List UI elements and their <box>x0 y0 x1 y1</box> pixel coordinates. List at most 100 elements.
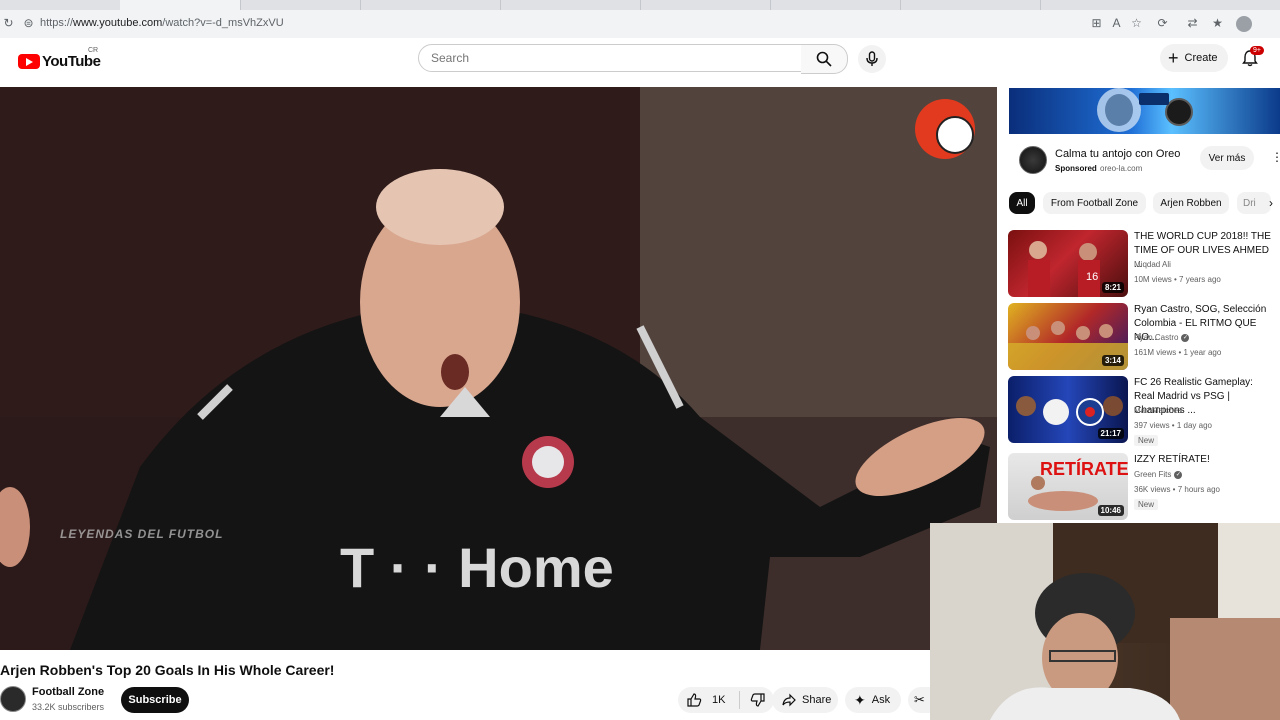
search-icon <box>816 51 832 67</box>
recommendation-channel[interactable]: Miqdad Ali <box>1134 260 1171 269</box>
share-label: Share <box>802 694 832 706</box>
recommendation-channel[interactable]: Ryan Castro ✓ <box>1134 333 1190 342</box>
video-duration: 10:46 <box>1097 505 1124 516</box>
video-frame-image: T · · Home <box>0 87 997 650</box>
browser-tab-strip <box>0 0 1280 10</box>
youtube-play-icon <box>18 53 40 69</box>
more-options-icon[interactable]: ⋮ <box>1271 150 1280 164</box>
youtube-logo-text: YouTube <box>42 52 101 70</box>
country-code: CR <box>88 47 99 54</box>
extensions-icon[interactable]: ⟳ <box>1156 17 1169 30</box>
browser-tab[interactable] <box>780 0 901 10</box>
search-button[interactable] <box>801 44 848 74</box>
youtube-header: YouTube CR + Create 9+ <box>0 38 1280 86</box>
subscriber-count: 33.2K subscribers <box>32 702 105 712</box>
video-details: Arjen Robben's Top 20 Goals In His Whole… <box>0 650 930 720</box>
site-info-icon[interactable]: ⊜ <box>22 17 35 30</box>
browser-tab[interactable] <box>920 0 1041 10</box>
bookmark-star-icon[interactable]: ☆ <box>1130 17 1143 30</box>
new-badge: New <box>1134 499 1159 510</box>
thumbs-down-icon <box>751 693 766 707</box>
url-text[interactable]: https://www.youtube.com/watch?v=-d_msVhZ… <box>40 17 284 29</box>
like-button[interactable]: 1K <box>686 692 725 708</box>
video-thumbnail[interactable]: RETÍRATE 10:46 <box>1008 453 1128 520</box>
verified-icon: ✓ <box>1174 470 1183 479</box>
recommendation-meta: 10M views • 7 years ago <box>1134 275 1221 284</box>
search-input[interactable] <box>429 50 793 66</box>
ad-cta-button[interactable]: Ver más <box>1200 146 1254 170</box>
channel-avatar[interactable] <box>0 686 26 712</box>
clip-button[interactable]: ✂ <box>908 687 930 713</box>
search-box[interactable] <box>418 44 804 72</box>
video-title: Arjen Robben's Top 20 Goals In His Whole… <box>0 662 335 678</box>
chip-from-channel[interactable]: From Football Zone <box>1043 192 1146 214</box>
recommendation-channel[interactable]: Green Fits ✓ <box>1134 470 1183 479</box>
svg-text:T · · Home: T · · Home <box>340 536 614 599</box>
reload-icon[interactable]: ↻ <box>2 17 15 30</box>
video-duration: 8:21 <box>1101 282 1124 293</box>
microphone-icon <box>866 51 878 66</box>
profile-avatar-icon[interactable] <box>1236 16 1252 32</box>
browser-tab[interactable] <box>240 0 361 10</box>
browser-tab[interactable] <box>520 0 641 10</box>
like-dislike-group: 1K <box>678 687 774 713</box>
browser-tab[interactable] <box>380 0 501 10</box>
oreo-logo[interactable] <box>1019 146 1047 174</box>
notification-badge: 9+ <box>1250 46 1264 55</box>
video-duration: 21:17 <box>1097 428 1124 439</box>
recommendation-item[interactable]: 21:17 FC 26 Realistic Gameplay: Real Mad… <box>1008 376 1280 446</box>
recommendation-item[interactable]: RETÍRATE 10:46 IZZY RETÍRATE! Green Fits… <box>1008 453 1280 521</box>
browser-tab[interactable] <box>650 0 771 10</box>
browser-tab-active[interactable] <box>120 0 241 10</box>
recommendation-meta: 36K views • 7 hours ago <box>1134 485 1220 494</box>
video-thumbnail[interactable]: 3:14 <box>1008 303 1128 370</box>
verified-icon: ✓ <box>1181 333 1190 342</box>
ad-banner-image[interactable] <box>1009 88 1280 134</box>
new-badge: New <box>1134 435 1159 446</box>
ad-domain: oreo-la.com <box>1100 164 1143 173</box>
recommendation-meta: 161M views • 1 year ago <box>1134 348 1222 357</box>
recommendation-channel[interactable]: MarcMatches <box>1134 406 1182 415</box>
chip-arjen-robben[interactable]: Arjen Robben <box>1153 192 1229 214</box>
video-player[interactable]: T · · Home LEYENDAS DEL FUTBOL <box>0 87 997 650</box>
create-label: Create <box>1184 52 1218 64</box>
dislike-button[interactable] <box>750 692 766 708</box>
favorites-icon[interactable]: ★ <box>1211 17 1224 30</box>
recommendation-item[interactable]: 16 8:21 THE WORLD CUP 2018!! THE TIME OF… <box>1008 230 1280 298</box>
recommendation-title[interactable]: IZZY RETÍRATE! <box>1134 453 1276 467</box>
video-thumbnail[interactable]: 21:17 <box>1008 376 1128 443</box>
ad-info: Calma tu antojo con Oreo Sponsored oreo-… <box>1009 140 1280 180</box>
chip-all[interactable]: All <box>1009 192 1035 214</box>
filter-chips: All From Football Zone Arjen Robben Dri … <box>1009 192 1280 216</box>
translate-icon[interactable]: A <box>1110 17 1123 30</box>
address-bar[interactable]: ↻ ⊜ https://www.youtube.com/watch?v=-d_m… <box>0 10 1280 39</box>
svg-text:RETÍRATE: RETÍRATE <box>1040 458 1128 479</box>
create-button[interactable]: + Create <box>1160 44 1228 72</box>
plus-icon: + <box>1168 48 1179 68</box>
oreo-ad-artwork <box>1097 88 1193 132</box>
split-screen-icon[interactable]: ⇄ <box>1186 17 1199 30</box>
ask-label: Ask <box>871 694 891 706</box>
voice-search-button[interactable] <box>858 45 886 73</box>
chevron-right-icon[interactable]: › <box>1269 196 1273 210</box>
like-count: 1K <box>712 694 726 706</box>
webcam-feed-image <box>930 523 1280 720</box>
share-button[interactable]: Share <box>772 687 838 713</box>
ad-title[interactable]: Calma tu antojo con Oreo <box>1055 148 1180 160</box>
sponsored-label: Sponsored <box>1055 164 1097 173</box>
scissors-icon: ✂ <box>914 692 925 707</box>
svg-text:16: 16 <box>1086 271 1098 283</box>
app-install-icon[interactable]: ⊞ <box>1090 17 1103 30</box>
video-thumbnail[interactable]: 16 8:21 <box>1008 230 1128 297</box>
recommendation-item[interactable]: 3:14 Ryan Castro, SOG, Selección Colombi… <box>1008 303 1280 371</box>
sparkle-icon: ✦ <box>854 691 866 708</box>
thumbs-up-icon <box>687 693 702 707</box>
subscribe-button[interactable]: Subscribe <box>121 687 189 713</box>
chip-more[interactable]: Dri <box>1237 192 1271 214</box>
channel-name[interactable]: Football Zone <box>32 686 104 698</box>
webcam-overlay <box>930 523 1280 720</box>
ask-button[interactable]: ✦ Ask <box>845 687 901 713</box>
share-icon <box>782 693 796 707</box>
video-duration: 3:14 <box>1101 355 1124 366</box>
recommendation-meta: 397 views • 1 day ago <box>1134 421 1212 430</box>
